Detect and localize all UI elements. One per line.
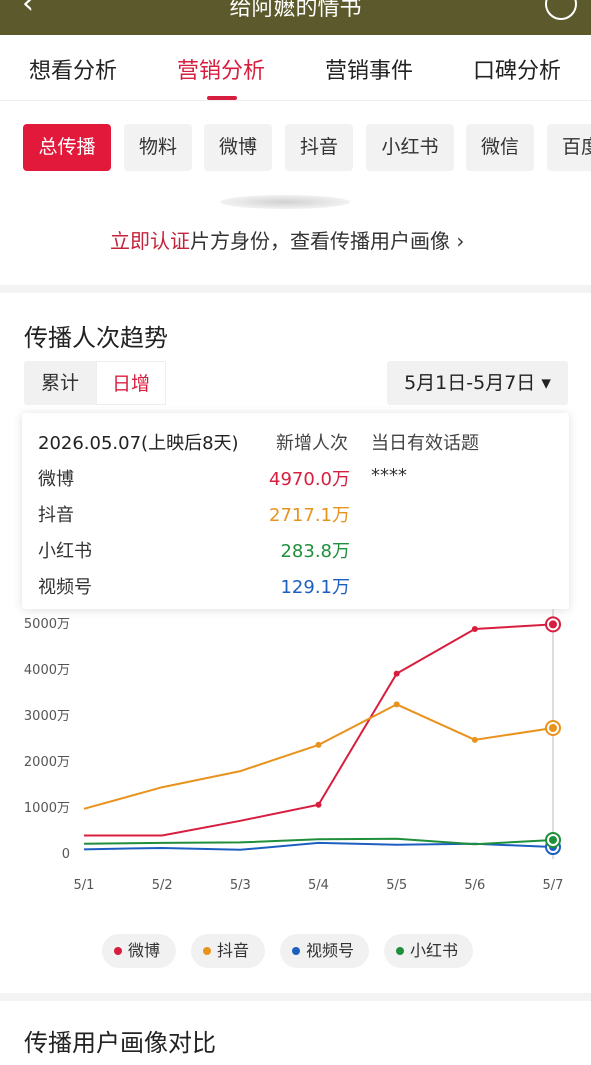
- channel-chip-total[interactable]: 总传播: [23, 124, 111, 171]
- y-tick-label: 1000万: [24, 801, 70, 816]
- auth-banner: 立即认证片方身份，查看传播用户画像 ›: [0, 195, 591, 285]
- tab-marketing-events[interactable]: 营销事件: [325, 53, 413, 85]
- legend-dot: [292, 947, 300, 955]
- tooltip-topic: ****: [371, 465, 407, 486]
- channel-chip-wechat[interactable]: 微信: [466, 124, 534, 171]
- tab-marketing[interactable]: 营销分析: [177, 53, 265, 85]
- auth-link[interactable]: 立即认证: [110, 229, 190, 253]
- tooltip-date: 2026.05.07(上映后8天): [38, 433, 239, 454]
- trend-card: 传播人次趋势 累计 日增 5月1日-5月7日 ▾ 2026.05.07(上映后8…: [0, 293, 591, 993]
- series-line: [83, 703, 554, 810]
- x-tick-label: 5/3: [230, 878, 251, 893]
- trend-line-chart[interactable]: 0 1000万 2000万 3000万 4000万 5000万 5/1 5/2 5/3 5/4 5/…: [0, 609, 591, 909]
- tooltip-row-name: 小红书: [38, 541, 92, 562]
- tooltip-row-value: 2717.1万: [269, 505, 350, 526]
- scroll-shadow: [220, 195, 350, 209]
- data-point: [549, 835, 557, 844]
- data-point: [549, 620, 557, 629]
- y-tick-label: 2000万: [24, 755, 70, 770]
- y-tick-label: 4000万: [24, 663, 70, 678]
- legend-label: 微博: [128, 941, 161, 960]
- x-tick-label: 5/4: [308, 878, 329, 893]
- toggle-daily[interactable]: 日增: [96, 361, 166, 405]
- legend-dot: [396, 947, 404, 955]
- auth-prompt[interactable]: 立即认证片方身份，查看传播用户画像 ›: [110, 225, 464, 254]
- x-tick-label: 5/7: [543, 878, 564, 893]
- trend-title: 传播人次趋势: [24, 324, 168, 352]
- x-tick-label: 5/5: [386, 878, 407, 893]
- legend-dot: [203, 947, 211, 955]
- auth-text: 片方身份，查看传播用户画像: [190, 229, 450, 253]
- channel-chip-weibo[interactable]: 微博: [204, 124, 272, 171]
- legend-label: 视频号: [306, 941, 355, 960]
- toggle-cumulative[interactable]: 累计: [24, 361, 96, 405]
- x-tick-label: 5/2: [152, 878, 173, 893]
- tooltip-row-value: 4970.0万: [269, 469, 350, 490]
- analysis-tabs: 想看分析 营销分析 营销事件 口碑分析: [0, 35, 591, 101]
- channel-filter: 总传播 物料 微博 抖音 小红书 微信 百度: [0, 101, 591, 201]
- channel-chip-baidu[interactable]: 百度: [547, 124, 591, 171]
- legend-label: 抖音: [217, 941, 250, 960]
- chevron-down-icon: ▾: [541, 372, 551, 394]
- data-point: [549, 724, 557, 733]
- tooltip-col-new: 新增人次: [276, 433, 348, 454]
- tooltip-row-value: 129.1万: [280, 577, 350, 598]
- channel-chip-douyin[interactable]: 抖音: [285, 124, 353, 171]
- channel-chip-xiaohongshu[interactable]: 小红书: [366, 124, 454, 171]
- tab-word-of-mouth[interactable]: 口碑分析: [473, 53, 561, 85]
- x-tick-label: 5/1: [74, 878, 95, 893]
- top-bar: ‹ 给阿嬷的情书: [0, 0, 591, 35]
- legend-item[interactable]: 小红书: [384, 934, 473, 968]
- tooltip-col-topic: 当日有效话题: [371, 433, 479, 454]
- portrait-card: 传播用户画像对比: [0, 1001, 591, 1065]
- chevron-right-icon: ›: [456, 229, 465, 253]
- cumulative-daily-toggle: 累计 日增: [24, 361, 166, 405]
- page-title: 给阿嬷的情书: [229, 0, 362, 21]
- portrait-title: 传播用户画像对比: [24, 1029, 216, 1057]
- date-range-select[interactable]: 5月1日-5月7日 ▾: [387, 361, 568, 405]
- y-tick-label: 5000万: [24, 617, 70, 632]
- data-point: [315, 801, 322, 808]
- data-point: [471, 625, 478, 632]
- channel-chip-material[interactable]: 物料: [124, 124, 192, 171]
- tab-want-to-see[interactable]: 想看分析: [29, 53, 117, 85]
- y-tick-label: 3000万: [24, 709, 70, 724]
- date-range-label: 5月1日-5月7日: [404, 372, 536, 394]
- legend-item[interactable]: 视频号: [280, 934, 369, 968]
- legend-item[interactable]: 微博: [102, 934, 176, 968]
- tooltip-row-name: 抖音: [38, 505, 74, 526]
- active-tab-indicator: [207, 96, 237, 100]
- data-point: [315, 741, 322, 748]
- legend-item[interactable]: 抖音: [191, 934, 265, 968]
- tooltip-row-name: 视频号: [38, 577, 92, 598]
- data-point: [393, 670, 400, 677]
- legend-label: 小红书: [410, 941, 459, 960]
- tooltip-row-value: 283.8万: [280, 541, 350, 562]
- chart-tooltip: 2026.05.07(上映后8天) 新增人次 当日有效话题 微博 4970.0万…: [22, 413, 569, 609]
- data-point: [471, 736, 478, 743]
- legend-dot: [114, 947, 122, 955]
- x-tick-label: 5/6: [464, 878, 485, 893]
- y-tick-label: 0: [62, 847, 70, 862]
- tooltip-row-name: 微博: [38, 469, 74, 490]
- data-point: [393, 701, 400, 708]
